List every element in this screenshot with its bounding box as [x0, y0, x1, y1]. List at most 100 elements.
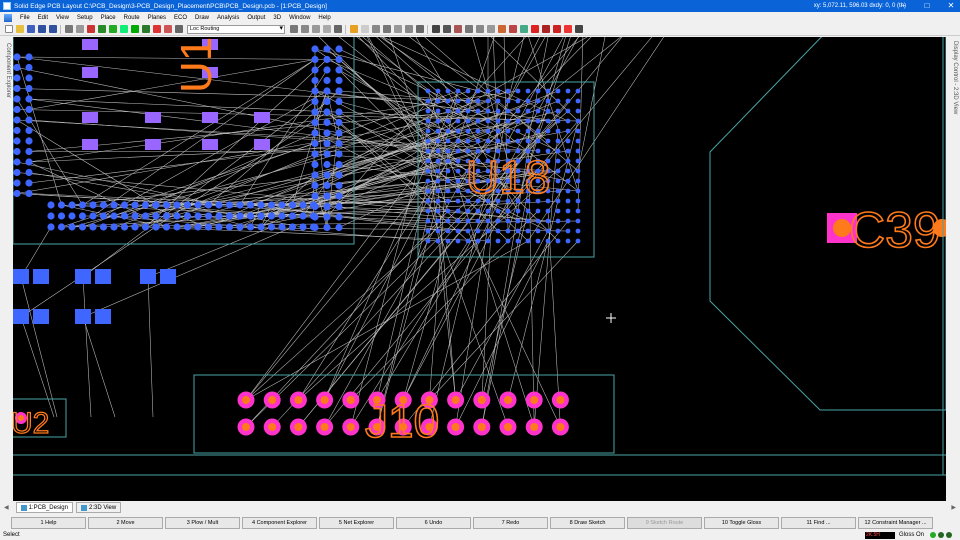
- fkey-component-explorer[interactable]: 4 Component Explorer: [242, 516, 317, 529]
- select-icon[interactable]: [64, 25, 73, 33]
- connector-pin-drill: [556, 396, 565, 404]
- menu-place[interactable]: Place: [97, 15, 120, 21]
- tab-scroll-left-icon[interactable]: ◀: [4, 504, 9, 511]
- fkey-constraint-manager[interactable]: 12 Constraint Manager ...: [858, 516, 933, 529]
- undo-icon[interactable]: [37, 25, 46, 33]
- rotate-icon[interactable]: [86, 25, 95, 33]
- bga-ball: [535, 88, 541, 94]
- menu-window[interactable]: Window: [285, 15, 314, 21]
- fkey-undo[interactable]: 6 Undo: [396, 516, 471, 529]
- bga-ball: [299, 201, 307, 209]
- connector-pin-drill: [268, 396, 277, 404]
- spread-icon[interactable]: [541, 25, 550, 33]
- bga-ball: [335, 76, 343, 85]
- move-icon[interactable]: [75, 25, 84, 33]
- bga-ball: [25, 189, 33, 198]
- component-u2[interactable]: U2: [13, 398, 67, 441]
- via-icon[interactable]: [311, 25, 320, 33]
- help-icon[interactable]: [519, 25, 528, 33]
- bga-ball: [575, 128, 581, 134]
- bga-ball: [485, 218, 491, 224]
- pan-icon[interactable]: [119, 25, 128, 33]
- ruler-icon[interactable]: [486, 25, 495, 33]
- display-control-label[interactable]: Display Control - 2:3D View: [952, 41, 958, 114]
- fkey-net-explorer[interactable]: 5 Net Explorer: [319, 516, 394, 529]
- fit-icon[interactable]: [130, 25, 139, 33]
- grid-icon[interactable]: [108, 25, 117, 33]
- component-icon[interactable]: [163, 25, 172, 33]
- filter-icon[interactable]: [174, 25, 183, 33]
- smd-pad: [13, 269, 29, 284]
- fkey-draw-sketch[interactable]: 8 Draw Sketch: [550, 516, 625, 529]
- net-icon[interactable]: [431, 25, 440, 33]
- tab-scroll-right-icon[interactable]: ▶: [951, 504, 956, 511]
- display-control-panel[interactable]: Display Control - 2:3D View: [946, 37, 960, 501]
- cross-probe-icon[interactable]: [442, 25, 451, 33]
- pin-swap-icon[interactable]: [563, 25, 572, 33]
- menu-route[interactable]: Route: [120, 15, 144, 21]
- gloss-icon[interactable]: [552, 25, 561, 33]
- menu-3d[interactable]: 3D: [269, 15, 285, 21]
- tab-3d-view[interactable]: 2:3D View: [75, 502, 122, 513]
- minimize-icon[interactable]: –: [898, 0, 908, 12]
- menu-output[interactable]: Output: [243, 15, 269, 21]
- redo-icon[interactable]: [48, 25, 57, 33]
- plow-icon[interactable]: [300, 25, 309, 33]
- drc-icon[interactable]: [453, 25, 462, 33]
- layers-icon[interactable]: [152, 25, 161, 33]
- menu-planes[interactable]: Planes: [144, 15, 170, 21]
- calc-icon[interactable]: [475, 25, 484, 33]
- component-explorer-panel[interactable]: Component Explorer: [0, 37, 13, 501]
- smd-components[interactable]: [13, 269, 176, 324]
- fkey-redo[interactable]: 7 Redo: [473, 516, 548, 529]
- route-icon[interactable]: [289, 25, 298, 33]
- fkey-plow[interactable]: 3 Plow / Mult: [165, 516, 240, 529]
- connector-pin-drill: [530, 396, 539, 404]
- save-icon[interactable]: [26, 25, 35, 33]
- menu-draw[interactable]: Draw: [191, 15, 213, 21]
- menu-file[interactable]: File: [16, 15, 34, 21]
- report-icon[interactable]: [464, 25, 473, 33]
- bga-ball: [425, 158, 431, 164]
- bend-icon[interactable]: [497, 25, 506, 33]
- fkey-move[interactable]: 2 Move: [88, 516, 163, 529]
- dimension-icon[interactable]: [371, 25, 380, 33]
- fanout-icon[interactable]: [322, 25, 331, 33]
- menu-help[interactable]: Help: [314, 15, 334, 21]
- gate-swap-icon[interactable]: [574, 25, 583, 33]
- board-view[interactable]: U17 U18 J10 U2 C39: [13, 37, 946, 501]
- bga-ball: [110, 212, 118, 220]
- menu-view[interactable]: View: [52, 15, 73, 21]
- pcb-canvas[interactable]: U17 U18 J10 U2 C39: [13, 37, 946, 501]
- arc-icon[interactable]: [415, 25, 424, 33]
- pencil-icon[interactable]: [349, 25, 358, 33]
- ratsnest-line: [147, 276, 154, 418]
- component-explorer-label[interactable]: Component Explorer: [5, 43, 11, 98]
- dropdown-icon[interactable]: [360, 25, 369, 33]
- document-icon[interactable]: [4, 13, 12, 22]
- zoom-icon[interactable]: [97, 25, 106, 33]
- menu-edit[interactable]: Edit: [34, 15, 52, 21]
- open-icon[interactable]: [15, 25, 24, 33]
- scheme-select[interactable]: Loc Routing: [187, 24, 285, 34]
- menu-setup[interactable]: Setup: [73, 15, 97, 21]
- text-icon[interactable]: [382, 25, 391, 33]
- fkey-help[interactable]: 1 Help: [11, 516, 86, 529]
- bga-ball: [575, 158, 581, 164]
- new-icon[interactable]: [4, 25, 13, 33]
- anchor-icon[interactable]: [508, 25, 517, 33]
- fkey-find[interactable]: 11 Find ...: [781, 516, 856, 529]
- fkey-sketch-route[interactable]: 9 Sketch Route: [627, 516, 702, 529]
- fkey-toggle-gloss[interactable]: 10 Toggle Gloss: [704, 516, 779, 529]
- maximize-icon[interactable]: □: [922, 0, 932, 12]
- component-c39[interactable]: C39: [709, 37, 946, 411]
- tune-icon[interactable]: [333, 25, 342, 33]
- menu-eco[interactable]: ECO: [170, 15, 191, 21]
- tab-pcb-design[interactable]: 1:PCB_Design: [15, 502, 73, 513]
- polygon-icon[interactable]: [404, 25, 413, 33]
- shape-icon[interactable]: [393, 25, 402, 33]
- close-icon[interactable]: ✕: [946, 0, 956, 12]
- menu-analysis[interactable]: Analysis: [213, 15, 243, 21]
- tool-icon[interactable]: [530, 25, 539, 33]
- board-icon[interactable]: [141, 25, 150, 33]
